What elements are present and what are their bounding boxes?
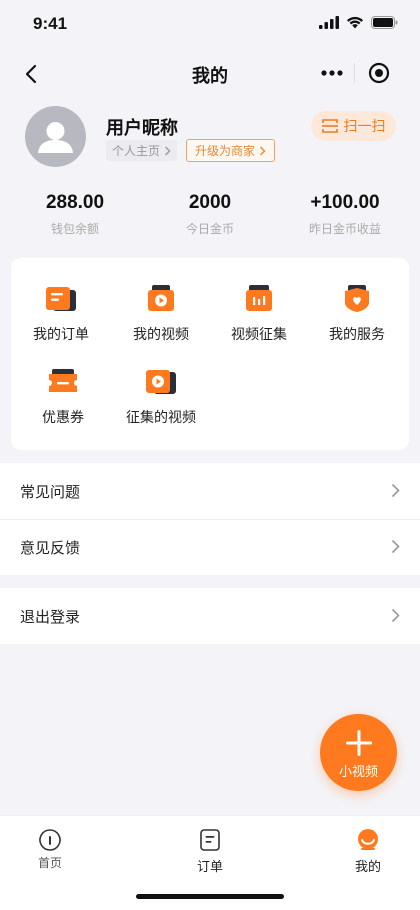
help-list: 常见问题 意见反馈 (0, 463, 420, 575)
stat-value: +100.00 (310, 192, 380, 213)
upgrade-merchant-label: 升级为商家 (195, 144, 256, 158)
list-item-feedback[interactable]: 意见反馈 (0, 519, 420, 575)
signal-icon (319, 16, 339, 29)
scan-label: 扫一扫 (343, 118, 386, 134)
video-collect-icon (244, 285, 274, 313)
home-info-icon (39, 829, 61, 851)
grid-item-my-orders[interactable]: 我的订单 (11, 285, 111, 344)
list-item-label: 常见问题 (20, 483, 81, 501)
home-indicator (136, 894, 284, 899)
plus-icon (346, 730, 372, 756)
avatar[interactable] (25, 106, 86, 167)
stat-label: 今日金币 (185, 222, 234, 236)
profile-section: 用户昵称 个人主页 升级为商家 扫一扫 (0, 100, 420, 180)
status-time: 9:41 (33, 14, 68, 33)
short-video-fab[interactable]: 小视频 (320, 714, 397, 791)
chevron-right-icon (391, 608, 400, 623)
account-list: 退出登录 (0, 588, 420, 644)
user-face-icon (358, 829, 378, 850)
mini-program-capsule (310, 56, 402, 90)
tab-label: 首页 (37, 856, 62, 870)
status-bar: 9:41 (0, 0, 420, 52)
grid-item-coupons[interactable]: 优惠券 (23, 368, 103, 427)
grid-item-my-services[interactable]: 我的服务 (307, 285, 407, 344)
stat-value: 2000 (188, 192, 232, 213)
close-mini-program-button[interactable] (355, 56, 402, 90)
order-list-icon (200, 829, 220, 851)
list-item-logout[interactable]: 退出登录 (0, 588, 420, 644)
tab-label: 订单 (196, 859, 223, 874)
grid-item-label: 优惠券 (42, 409, 84, 425)
stat-label: 钱包余额 (50, 222, 99, 236)
nickname: 用户昵称 (106, 118, 178, 138)
wifi-icon (347, 16, 363, 29)
tab-label: 我的 (354, 859, 381, 874)
order-icon (46, 285, 76, 313)
stat-label: 昨日金币收益 (308, 222, 381, 236)
video-icon (146, 285, 176, 313)
grid-item-collected-videos[interactable]: 征集的视频 (111, 368, 211, 427)
tab-mine[interactable]: 我的 (298, 828, 420, 875)
grid-item-label: 视频征集 (231, 326, 287, 342)
user-avatar-icon (38, 122, 73, 153)
fab-label: 小视频 (338, 764, 378, 779)
nav-bar: 我的 (0, 52, 420, 96)
list-item-label: 意见反馈 (20, 539, 81, 557)
grid-item-label: 征集的视频 (126, 409, 196, 425)
stats-row: 288.00 钱包余额 2000 今日金币 +100.00 昨日金币收益 (0, 192, 420, 242)
grid-item-label: 我的视频 (133, 326, 189, 342)
upgrade-merchant-link[interactable]: 升级为商家 (186, 139, 276, 162)
target-icon (368, 62, 389, 84)
status-icons (319, 16, 398, 29)
chevron-right-icon (391, 539, 400, 554)
grid-item-label: 我的订单 (33, 326, 89, 342)
stat-wallet-balance[interactable]: 288.00 钱包余额 (5, 192, 145, 237)
chevron-right-icon (165, 146, 171, 155)
tab-home[interactable]: 首页 (0, 828, 120, 871)
coupon-icon (48, 368, 78, 396)
chevron-right-icon (260, 146, 266, 155)
function-grid: 我的订单 我的视频 视频征集 我的服务 优惠券 征集的视频 (11, 258, 409, 450)
list-item-faq[interactable]: 常见问题 (0, 463, 420, 519)
personal-homepage-label: 个人主页 (112, 144, 161, 158)
grid-item-my-videos[interactable]: 我的视频 (111, 285, 211, 344)
personal-homepage-link[interactable]: 个人主页 (106, 140, 178, 161)
more-dots-icon (321, 70, 343, 76)
scan-button[interactable]: 扫一扫 (311, 111, 396, 141)
stat-value: 288.00 (45, 192, 105, 213)
stat-yesterday-earnings[interactable]: +100.00 昨日金币收益 (275, 192, 415, 237)
list-item-label: 退出登录 (20, 608, 81, 626)
stat-today-coins[interactable]: 2000 今日金币 (140, 192, 280, 237)
scan-icon (321, 119, 338, 133)
chevron-right-icon (391, 483, 400, 498)
collected-video-icon (146, 368, 176, 396)
grid-item-video-collection[interactable]: 视频征集 (209, 285, 309, 344)
battery-icon (371, 16, 398, 29)
service-icon (342, 285, 372, 313)
more-button[interactable] (310, 56, 354, 90)
grid-item-label: 我的服务 (329, 326, 385, 342)
tab-orders[interactable]: 订单 (140, 828, 280, 875)
